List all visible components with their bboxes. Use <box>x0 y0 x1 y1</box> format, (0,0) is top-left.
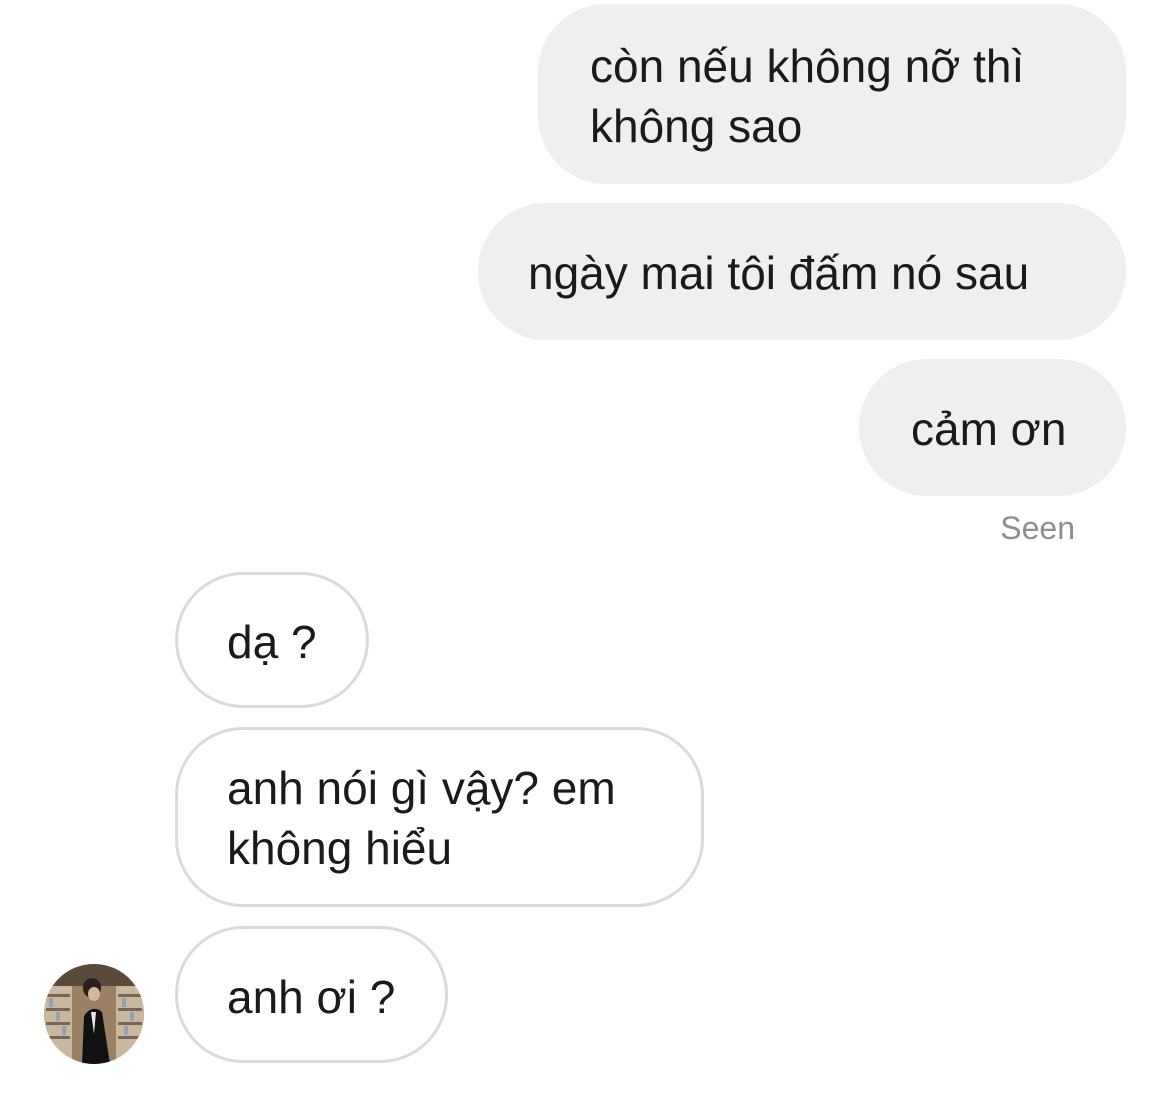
sent-message-bubble[interactable]: ngày mai tôi đấm nó sau <box>478 203 1126 340</box>
received-message-bubble[interactable]: dạ ? <box>175 572 369 708</box>
seen-status: Seen <box>1000 510 1075 546</box>
contact-avatar[interactable] <box>44 964 144 1064</box>
received-message-bubble[interactable]: anh ơi ? <box>175 926 448 1063</box>
contact-avatar-photo <box>44 964 144 1064</box>
sent-message-bubble[interactable]: còn nếu không nỡ thì không sao <box>538 4 1126 184</box>
received-message-bubble[interactable]: anh nói gì vậy? em không hiểu <box>175 727 704 907</box>
sent-message-bubble[interactable]: cảm ơn <box>859 359 1126 496</box>
